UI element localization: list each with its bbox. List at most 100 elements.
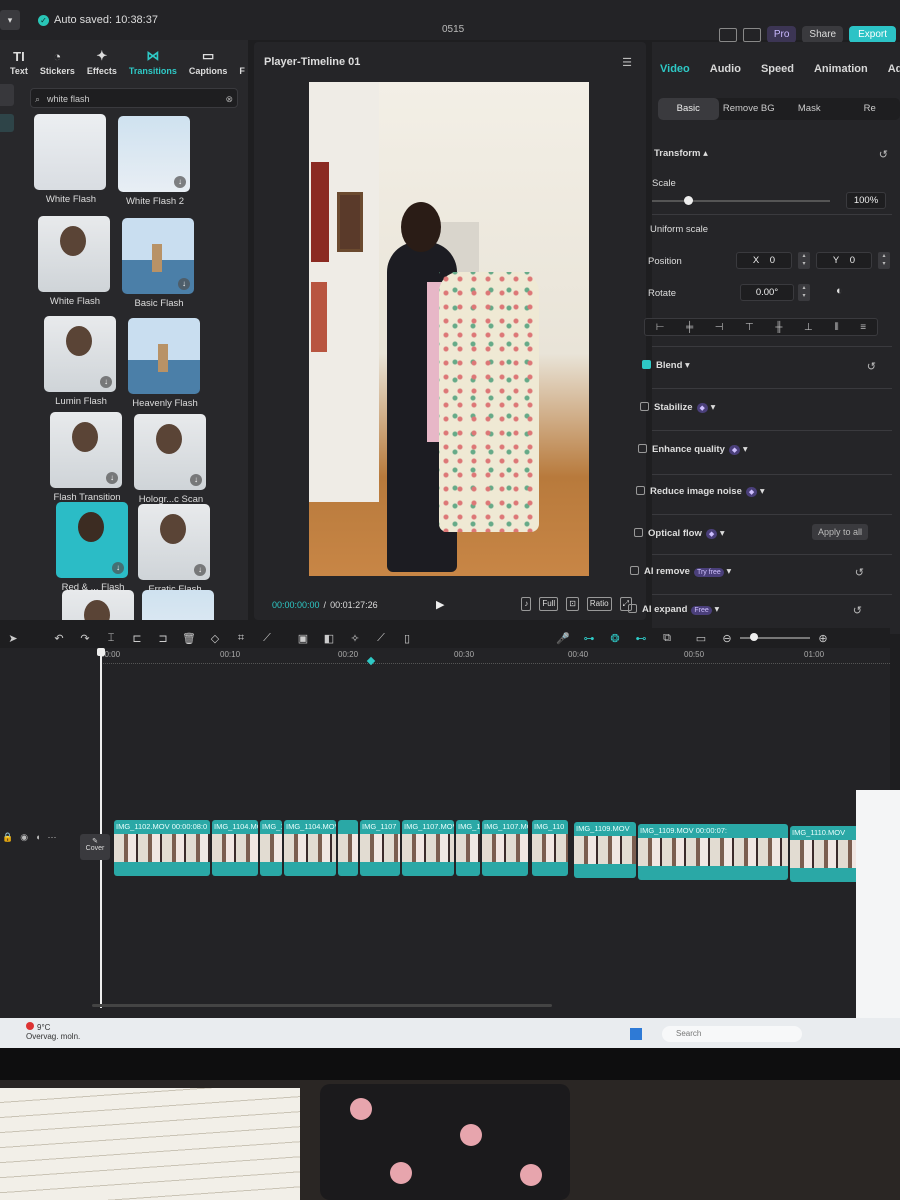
timeline-scrollbar[interactable]: [92, 1004, 552, 1007]
video-clip[interactable]: [338, 820, 358, 876]
main-menu-button[interactable]: ▾: [0, 10, 20, 30]
freeze-icon[interactable]: ▣: [290, 632, 316, 645]
more-icon[interactable]: ⋯: [48, 832, 57, 843]
delete-icon[interactable]: 🗑: [176, 632, 202, 645]
align-center-h-icon[interactable]: ╪: [686, 322, 693, 333]
transition-item[interactable]: Heavenly Flash: [128, 318, 202, 409]
trim-left-icon[interactable]: ⊏: [124, 632, 150, 645]
magic-icon[interactable]: ✧: [342, 632, 368, 645]
reset-icon[interactable]: ↺: [855, 566, 864, 579]
download-icon[interactable]: ↓: [178, 278, 190, 290]
subtab-more[interactable]: Re: [840, 98, 900, 120]
clear-icon[interactable]: ⊗: [225, 89, 233, 109]
tab-stickers[interactable]: ◔ Stickers: [40, 49, 75, 76]
video-clip[interactable]: IMG_1: [456, 820, 480, 876]
download-icon[interactable]: ↓: [174, 176, 186, 188]
mask-icon[interactable]: ◇: [202, 632, 228, 645]
transition-item[interactable]: ↓ Flash Transition: [50, 412, 124, 503]
stabilize-checkbox[interactable]: [640, 402, 649, 411]
transition-item[interactable]: ↓ White Flash 2: [118, 116, 192, 207]
reset-icon[interactable]: ↺: [853, 604, 862, 617]
video-clip[interactable]: IMG_1109.MOV: [574, 822, 636, 878]
tab-transitions[interactable]: ⋈ Transitions: [129, 48, 177, 76]
rotate-input[interactable]: 0.00°: [740, 284, 794, 301]
snap-icon[interactable]: ⊷: [628, 632, 654, 645]
transition-item[interactable]: ↓Erratic Flash: [138, 504, 212, 595]
align-top-icon[interactable]: ⊤: [745, 322, 754, 333]
video-clip[interactable]: IMG_1104.MOV: [284, 820, 336, 876]
subtab-mask[interactable]: Mask: [779, 98, 840, 120]
magnet-icon[interactable]: ❂: [602, 632, 628, 645]
position-x-input[interactable]: X 0: [736, 252, 792, 269]
ai-remove-row[interactable]: AI remove Try free ▾ ↺: [630, 566, 878, 579]
tab-adjust[interactable]: Adjus: [888, 63, 900, 75]
transition-item[interactable]: White Flash: [38, 216, 112, 307]
distribute-v-icon[interactable]: ≡: [860, 322, 866, 333]
zoom-handle[interactable]: [750, 633, 758, 641]
share-button[interactable]: Share: [802, 26, 844, 43]
transform-section[interactable]: Transform ▴ ↺: [654, 148, 900, 161]
timeline-area[interactable]: 00:00 00:10 00:20 00:30 00:40 00:50 01:0…: [0, 648, 890, 1018]
transition-item[interactable]: ↓ Lumin Flash: [44, 316, 118, 407]
distribute-h-icon[interactable]: ⦀: [834, 322, 838, 333]
crop-icon[interactable]: ⌗: [228, 632, 254, 645]
crop-icon[interactable]: ⊡: [566, 597, 579, 611]
preview-axis-icon[interactable]: ⧉: [654, 632, 680, 645]
enhance-checkbox[interactable]: [638, 444, 647, 453]
transition-item[interactable]: [62, 590, 136, 620]
ai-expand-checkbox[interactable]: [628, 604, 637, 613]
tab-audio[interactable]: Audio: [710, 63, 741, 75]
weather-widget[interactable]: 9°C Overvag. moln.: [26, 1022, 80, 1041]
zoom-out-icon[interactable]: ⊖: [714, 632, 740, 645]
blend-row[interactable]: Blend ▾ ↺: [642, 360, 890, 373]
collapse-handle[interactable]: [0, 84, 14, 106]
x-stepper[interactable]: ▴ ▾: [798, 252, 810, 269]
play-icon[interactable]: ▶: [436, 598, 444, 611]
transition-item[interactable]: White Flash: [34, 114, 108, 205]
optical-flow-checkbox[interactable]: [634, 528, 643, 537]
tab-speed[interactable]: Speed: [761, 63, 794, 75]
download-icon[interactable]: ↓: [106, 472, 118, 484]
enhance-row[interactable]: Enhance quality ◆ ▾: [638, 444, 886, 455]
transition-item[interactable]: ↓ Hologr...c Scan: [134, 414, 208, 505]
reset-icon[interactable]: ↺: [879, 148, 888, 161]
download-icon[interactable]: ↓: [112, 562, 124, 574]
video-clip[interactable]: IMG_110: [532, 820, 568, 876]
slider-handle[interactable]: [684, 196, 693, 205]
ai-icon[interactable]: ▯: [394, 632, 420, 645]
caption-icon[interactable]: ▭: [688, 632, 714, 645]
tab-video[interactable]: Video: [660, 63, 690, 75]
link-icon[interactable]: ⊶: [576, 632, 602, 645]
select-icon[interactable]: ➤: [0, 632, 26, 645]
keyframe-icon[interactable]: ⟋: [254, 632, 280, 645]
transition-item[interactable]: ↓ Red & ... Flash: [56, 502, 130, 593]
subtab-basic[interactable]: Basic: [658, 98, 719, 120]
ai-expand-row[interactable]: AI expand Free ▾ ↺: [628, 604, 876, 617]
mic-icon[interactable]: 🎤: [550, 632, 576, 645]
mirror-icon[interactable]: ◧: [316, 632, 342, 645]
y-stepper[interactable]: ▴ ▾: [878, 252, 890, 269]
layout-icon[interactable]: [718, 27, 737, 42]
rotate-stepper[interactable]: ▴ ▾: [798, 284, 810, 301]
player-menu-icon[interactable]: ☰: [622, 56, 632, 69]
category-selector[interactable]: [0, 114, 14, 132]
shortcuts-icon[interactable]: [742, 27, 761, 42]
export-button[interactable]: Export: [849, 26, 896, 43]
cover-button[interactable]: ✎ Cover: [80, 834, 110, 860]
optical-flow-row[interactable]: Optical flow ◆ ▾ Apply to all: [634, 524, 882, 540]
full-button[interactable]: Full: [539, 597, 559, 611]
video-clip[interactable]: IMG_1110.MOV: [790, 826, 862, 882]
apply-to-all-button[interactable]: Apply to all: [811, 524, 868, 540]
windows-start-icon[interactable]: [630, 1028, 642, 1040]
visibility-icon[interactable]: ◉: [20, 832, 28, 843]
tab-more[interactable]: F: [239, 64, 245, 76]
reset-icon[interactable]: ↺: [867, 360, 876, 373]
blend-checkbox[interactable]: [642, 360, 651, 369]
stabilize-row[interactable]: Stabilize ◆ ▾: [640, 402, 888, 413]
split-icon[interactable]: ⌶: [98, 632, 124, 645]
zoom-in-icon[interactable]: ⊕: [810, 632, 836, 645]
video-clip[interactable]: IMG_1107: [360, 820, 400, 876]
tab-animation[interactable]: Animation: [814, 63, 868, 75]
video-clip[interactable]: IMG_1102.MOV 00:00:08:0: [114, 820, 210, 876]
download-icon[interactable]: ↓: [190, 474, 202, 486]
